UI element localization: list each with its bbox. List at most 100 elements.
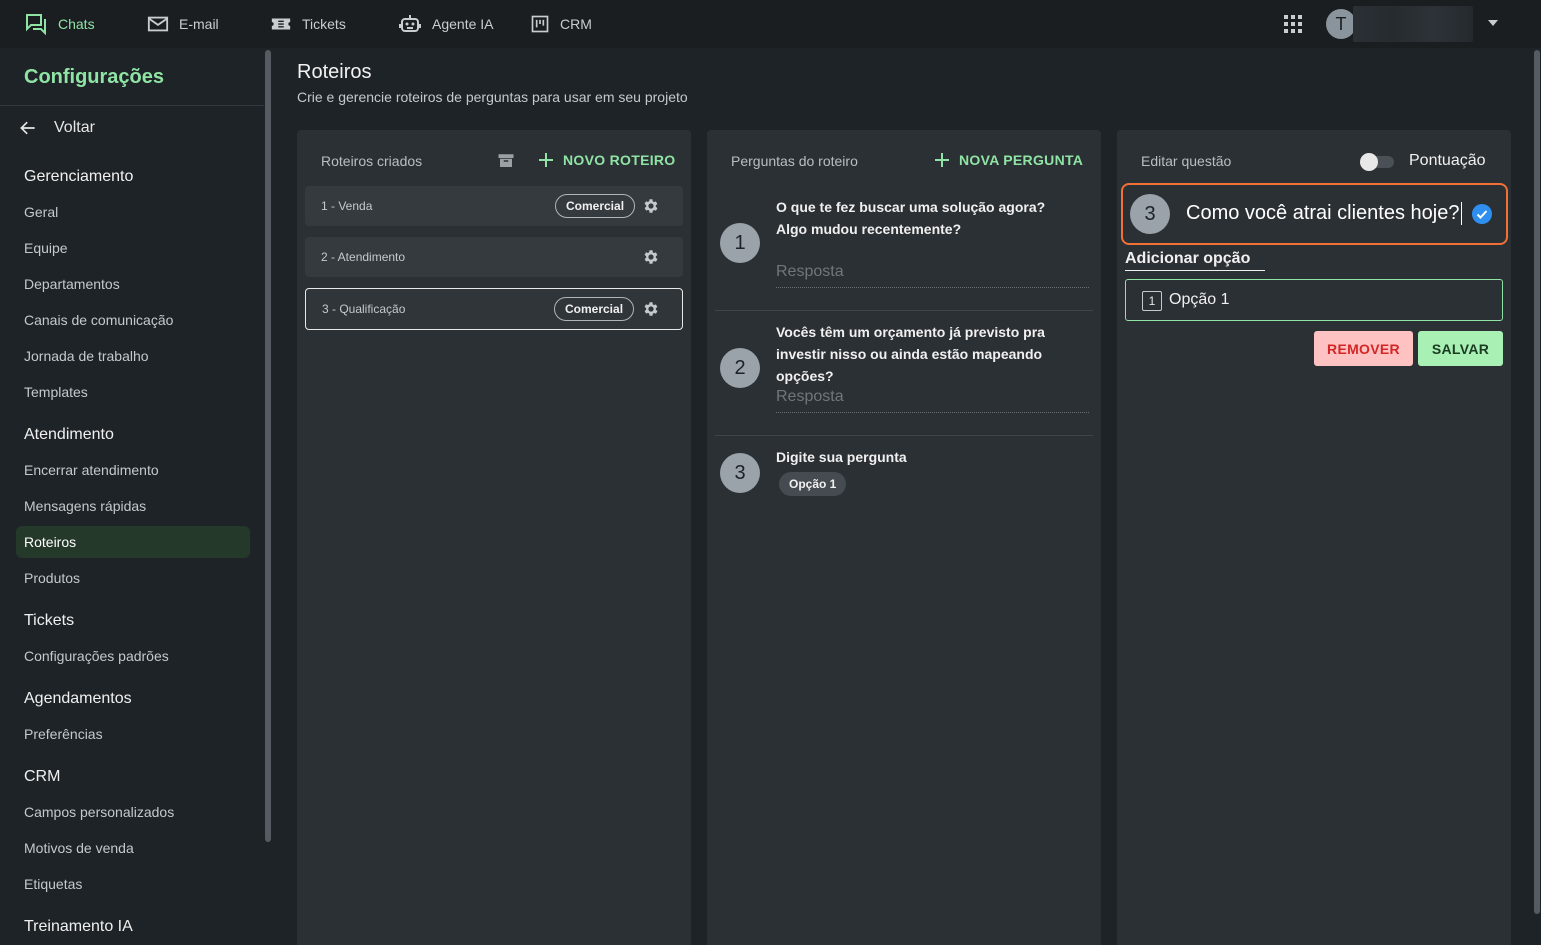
gear-icon[interactable] (642, 197, 660, 215)
score-toggle[interactable] (1360, 153, 1394, 171)
sidebar-item-etiquetas[interactable]: Etiquetas (24, 876, 82, 892)
script-tag-chip: Comercial (554, 297, 635, 321)
option-text[interactable]: Opção 1 (1169, 291, 1229, 309)
question-number-2: 2 (720, 348, 760, 388)
gear-icon[interactable] (642, 248, 660, 266)
question-number-1: 1 (720, 223, 760, 263)
plus-icon (539, 153, 553, 167)
sidebar-item-config-padroes[interactable]: Configurações padrões (24, 648, 169, 664)
chat-icon (26, 14, 46, 36)
sidebar-item-motivos[interactable]: Motivos de venda (24, 840, 134, 856)
kanban-icon (531, 15, 549, 33)
sidebar-item-canais[interactable]: Canais de comunicação (24, 312, 173, 328)
check-circle-icon[interactable] (1472, 204, 1492, 224)
scripts-panel-label: Roteiros criados (321, 153, 423, 169)
toggle-knob (1360, 153, 1378, 171)
sidebar-item-templates[interactable]: Templates (24, 384, 88, 400)
questions-panel: Perguntas do roteiro NOVA PERGUNTA 1 O q… (707, 130, 1101, 945)
sidebar-item-jornada[interactable]: Jornada de trabalho (24, 348, 149, 364)
answer-input-2[interactable]: Resposta (776, 388, 1089, 413)
sidebar-scrollbar[interactable] (264, 48, 272, 945)
robot-icon (399, 15, 421, 32)
back-label: Voltar (54, 119, 95, 136)
question-text-3[interactable]: Digite sua pergunta (776, 446, 1076, 468)
question-number-3: 3 (720, 453, 760, 493)
sidebar-item-mensagens[interactable]: Mensagens rápidas (24, 498, 146, 514)
section-gerenciamento: Gerenciamento (24, 168, 134, 185)
nav-tickets-label: Tickets (302, 16, 346, 32)
section-agendamentos: Agendamentos (24, 690, 132, 707)
nav-chats[interactable]: Chats (24, 0, 95, 48)
page-scrollbar[interactable] (1533, 48, 1541, 945)
question-edit-field[interactable]: 3 Como você atrai clientes hoje? (1121, 183, 1508, 245)
sidebar-item-departamentos[interactable]: Departamentos (24, 276, 120, 292)
script-tag-chip: Comercial (555, 194, 636, 218)
save-button[interactable]: SALVAR (1418, 331, 1503, 366)
nav-crm[interactable]: CRM (530, 0, 592, 48)
sidebar-item-preferencias[interactable]: Preferências (24, 726, 103, 742)
script-name: 2 - Atendimento (321, 250, 406, 264)
settings-sidebar: Configurações Voltar Gerenciamento Geral… (0, 48, 264, 945)
script-item-atendimento[interactable]: 2 - Atendimento (305, 237, 683, 277)
questions-panel-label: Perguntas do roteiro (731, 153, 858, 169)
page-subtitle: Crie e gerencie roteiros de perguntas pa… (297, 89, 688, 105)
sidebar-item-campos[interactable]: Campos personalizados (24, 804, 174, 820)
new-script-label: NOVO ROTEIRO (563, 152, 676, 168)
nav-email-label: E-mail (179, 16, 219, 32)
script-item-venda[interactable]: 1 - Venda Comercial (305, 186, 683, 226)
top-nav-bar: Chats E-mail Tickets Agente IA CRM T (0, 0, 1541, 48)
sidebar-item-geral[interactable]: Geral (24, 204, 58, 220)
sidebar-item-equipe[interactable]: Equipe (24, 240, 68, 256)
page-title: Roteiros (297, 61, 372, 83)
question-text-1[interactable]: O que te fez buscar uma solução agora? A… (776, 196, 1076, 240)
section-atendimento: Atendimento (24, 426, 114, 443)
scripts-panel: Roteiros criados NOVO ROTEIRO 1 - Venda … (297, 130, 691, 945)
question-text-2[interactable]: Vocês têm um orçamento já previsto pra i… (776, 321, 1076, 387)
nav-agente-ia-label: Agente IA (432, 16, 494, 32)
mail-icon (147, 16, 169, 32)
chevron-down-icon[interactable] (1488, 20, 1498, 26)
section-treinamento-ia: Treinamento IA (24, 918, 133, 935)
sidebar-item-encerrar[interactable]: Encerrar atendimento (24, 462, 159, 478)
question-divider (715, 310, 1093, 311)
option-chip: Opção 1 (779, 472, 847, 496)
sidebar-divider (0, 105, 264, 106)
add-option-button[interactable]: Adicionar opção (1125, 250, 1265, 271)
sidebar-item-produtos[interactable]: Produtos (24, 570, 80, 586)
edit-panel-label: Editar questão (1141, 153, 1232, 169)
section-crm: CRM (24, 768, 61, 785)
option-number: 1 (1142, 291, 1162, 311)
plus-icon (935, 153, 949, 167)
remove-button[interactable]: REMOVER (1314, 331, 1413, 366)
answer-input-1[interactable]: Resposta (776, 263, 1089, 288)
edit-question-panel: Editar questão Pontuação 3 Como você atr… (1117, 130, 1511, 945)
nav-agente-ia[interactable]: Agente IA (398, 0, 494, 48)
gear-icon[interactable] (642, 300, 660, 318)
question-divider (715, 435, 1093, 436)
script-item-qualificacao[interactable]: 3 - Qualificação Comercial (305, 288, 683, 330)
avatar[interactable]: T (1326, 9, 1356, 39)
edit-question-number: 3 (1130, 194, 1170, 234)
arrow-left-icon (20, 121, 35, 135)
nav-chats-label: Chats (58, 16, 95, 32)
option-row[interactable]: 1 Opção 1 (1125, 279, 1503, 321)
new-question-button[interactable]: NOVA PERGUNTA (935, 152, 1083, 168)
page-scroll-thumb[interactable] (1534, 50, 1540, 914)
nav-crm-label: CRM (560, 16, 592, 32)
new-script-button[interactable]: NOVO ROTEIRO (539, 152, 676, 168)
script-name: 3 - Qualificação (322, 302, 406, 316)
new-question-label: NOVA PERGUNTA (959, 152, 1084, 168)
back-button[interactable]: Voltar (18, 118, 95, 138)
archive-icon[interactable] (497, 152, 515, 170)
nav-tickets[interactable]: Tickets (270, 0, 346, 48)
score-toggle-label: Pontuação (1409, 152, 1486, 169)
nav-email[interactable]: E-mail (147, 0, 219, 48)
script-name: 1 - Venda (321, 199, 373, 213)
ticket-icon (271, 18, 291, 30)
sidebar-title: Configurações (24, 66, 165, 88)
sidebar-item-roteiros[interactable]: Roteiros (24, 534, 76, 550)
section-tickets: Tickets (24, 612, 75, 629)
sidebar-scroll-thumb[interactable] (265, 50, 271, 842)
edit-question-input[interactable]: Como você atrai clientes hoje? (1186, 202, 1463, 225)
apps-grid-icon[interactable] (1284, 15, 1302, 33)
